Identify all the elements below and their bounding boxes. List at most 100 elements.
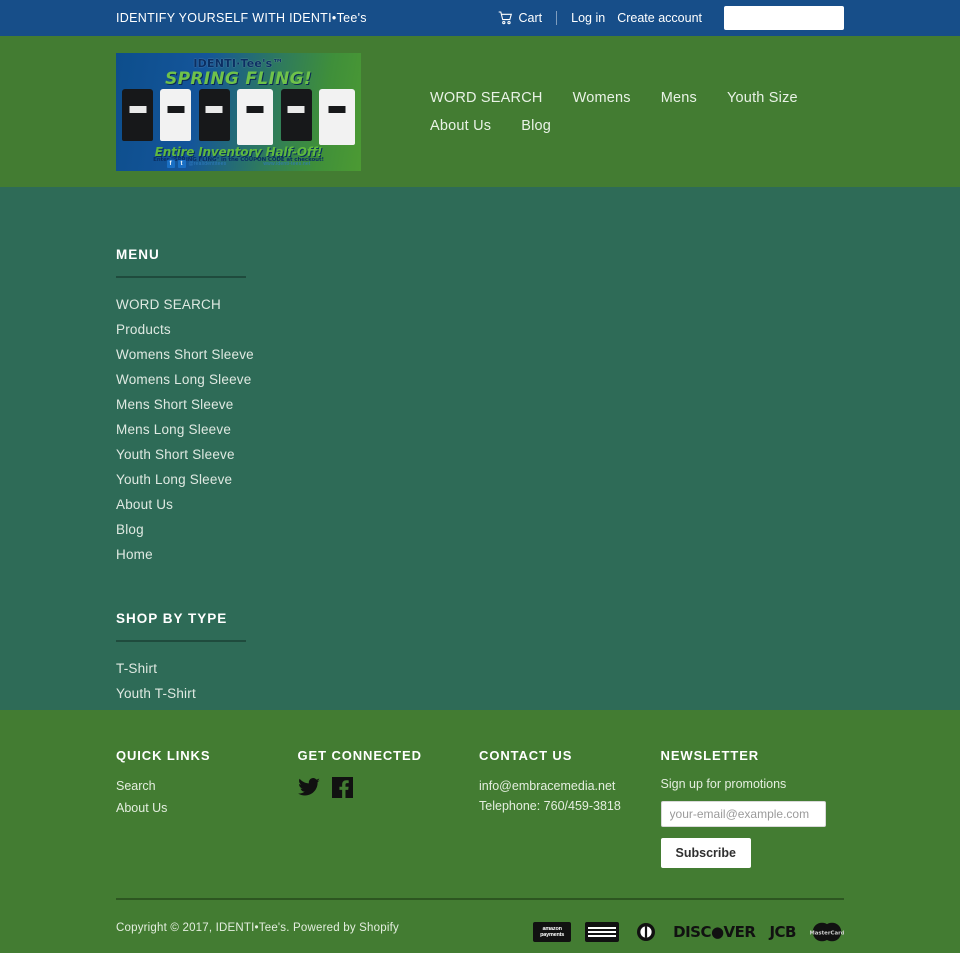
shop-type-youth-t-shirt[interactable]: Youth T-Shirt	[116, 686, 196, 701]
quick-links-list: Search About Us	[116, 777, 298, 817]
footer-link-search[interactable]: Search	[116, 779, 156, 793]
get-connected-heading: GET CONNECTED	[297, 748, 422, 763]
banner-shirts-graphic	[122, 88, 355, 147]
contact-email: info@embracemedia.net	[479, 779, 616, 793]
topbar-divider	[556, 11, 558, 25]
sidebar-item-womens-short-sleeve[interactable]: Womens Short Sleeve	[116, 347, 254, 362]
list-item: Youth T-Shirt	[116, 685, 844, 703]
footer-get-connected: GET CONNECTED	[298, 748, 480, 798]
search-input[interactable]	[724, 6, 844, 30]
nav-item-womens[interactable]: Womens	[558, 84, 646, 112]
facebook-icon[interactable]	[331, 777, 353, 798]
topbar-inner: IDENTIFY YOURSELF WITH IDENTI•Tee's Cart…	[0, 6, 960, 30]
shirt-graphic	[122, 88, 153, 141]
nav-item-youth-size[interactable]: Youth Size	[712, 84, 813, 112]
announcement-text: IDENTIFY YOURSELF WITH IDENTI•Tee's	[116, 11, 367, 25]
contact-us-heading: CONTACT US	[479, 748, 573, 763]
login-link[interactable]: Log in	[571, 11, 605, 25]
shop-by-type-rule	[116, 640, 246, 642]
payment-icons-row: amazon payments DISC●VER JCB MasterCard	[504, 922, 844, 953]
shirt-graphic	[160, 88, 192, 141]
sidebar-item-word-search[interactable]: WORD SEARCH	[116, 297, 221, 312]
sidebar-item-mens-short-sleeve[interactable]: Mens Short Sleeve	[116, 397, 233, 412]
main-content: MENU WORD SEARCH Products Womens Short S…	[0, 187, 960, 703]
menu-list: WORD SEARCH Products Womens Short Sleeve…	[116, 296, 844, 564]
twitter-icon: t	[177, 159, 186, 168]
newsletter-label: Sign up for promotions	[660, 777, 787, 791]
shop-by-type-list: T-Shirt Youth T-Shirt	[116, 660, 844, 703]
facebook-icon: f	[166, 159, 175, 168]
nav-item-mens[interactable]: Mens	[646, 84, 712, 112]
list-item: Search	[116, 777, 298, 795]
shirt-graphic	[237, 88, 274, 145]
banner-social-row: f t @realidentitees www.identi-tees.net	[116, 159, 361, 168]
sidebar-item-about-us[interactable]: About Us	[116, 497, 173, 512]
contact-phone: Telephone: 760/459-3818	[479, 799, 621, 814]
amazon-payments-icon: amazon payments	[533, 922, 572, 942]
cart-label: Cart	[518, 11, 543, 25]
list-item: Blog	[116, 521, 844, 539]
shopping-cart-icon	[498, 11, 513, 25]
svg-text:MasterCard: MasterCard	[810, 931, 844, 937]
cart-link[interactable]: Cart	[498, 11, 543, 25]
list-item: T-Shirt	[116, 660, 844, 678]
list-item: Womens Long Sleeve	[116, 371, 844, 389]
master-icon: MasterCard	[810, 922, 844, 942]
site-footer: QUICK LINKS Search About Us GET CONNECTE…	[0, 710, 960, 953]
top-announcement-bar: IDENTIFY YOURSELF WITH IDENTI•Tee's Cart…	[0, 0, 960, 36]
sidebar-item-youth-short-sleeve[interactable]: Youth Short Sleeve	[116, 447, 235, 462]
list-item: Home	[116, 546, 844, 564]
copyright-text: Copyright © 2017, IDENTI•Tee's. Powered …	[116, 922, 399, 934]
nav-item-about-us[interactable]: About Us	[415, 112, 506, 140]
quick-links-heading: QUICK LINKS	[116, 748, 211, 763]
shirt-graphic	[198, 88, 230, 141]
footer-quick-links: QUICK LINKS Search About Us	[116, 748, 298, 821]
newsletter-heading: NEWSLETTER	[660, 748, 760, 763]
menu-heading-rule	[116, 276, 246, 278]
sidebar-item-youth-long-sleeve[interactable]: Youth Long Sleeve	[116, 472, 232, 487]
footer-newsletter: NEWSLETTER Sign up for promotions Subscr…	[660, 748, 844, 868]
list-item: Youth Long Sleeve	[116, 471, 844, 489]
list-item: About Us	[116, 496, 844, 514]
nav-item-blog[interactable]: Blog	[506, 112, 566, 140]
site-header: IDENTI·Tee's™ SPRING FLING! Entire Inven…	[0, 36, 960, 187]
shirt-graphic	[280, 88, 312, 141]
sidebar-item-blog[interactable]: Blog	[116, 522, 144, 537]
american-express-icon	[585, 922, 620, 942]
list-item: About Us	[116, 799, 298, 817]
account-area: Cart Log in Create account	[498, 6, 844, 30]
shop-by-type-heading: SHOP BY TYPE	[116, 611, 228, 626]
sidebar-item-products[interactable]: Products	[116, 322, 171, 337]
sidebar-item-mens-long-sleeve[interactable]: Mens Long Sleeve	[116, 422, 231, 437]
shirt-graphic	[318, 88, 355, 145]
banner-promo-title: SPRING FLING!	[165, 68, 312, 89]
logo-banner[interactable]: IDENTI·Tee's™ SPRING FLING! Entire Inven…	[116, 52, 361, 171]
footer-contact: CONTACT US info@embracemedia.net Telepho…	[479, 748, 661, 817]
footer-link-about-us[interactable]: About Us	[116, 801, 167, 815]
subscribe-button[interactable]: Subscribe	[660, 838, 751, 868]
sidebar-item-home[interactable]: Home	[116, 547, 153, 562]
discover-icon: DISC●VER	[673, 923, 756, 941]
footer-bottom: Copyright © 2017, IDENTI•Tee's. Powered …	[116, 900, 844, 953]
banner-website: www.identi-tees.net	[263, 160, 311, 167]
list-item: Mens Long Sleeve	[116, 421, 844, 439]
twitter-icon[interactable]	[297, 778, 320, 797]
nav-item-word-search[interactable]: WORD SEARCH	[415, 84, 558, 112]
footer-columns: QUICK LINKS Search About Us GET CONNECTE…	[116, 748, 844, 868]
list-item: Womens Short Sleeve	[116, 346, 844, 364]
list-item: Products	[116, 321, 844, 339]
header-inner: IDENTI·Tee's™ SPRING FLING! Entire Inven…	[0, 52, 960, 171]
diners-club-icon	[633, 922, 659, 942]
shop-type-t-shirt[interactable]: T-Shirt	[116, 661, 157, 676]
jcb-icon: JCB	[769, 923, 796, 941]
sidebar-item-womens-long-sleeve[interactable]: Womens Long Sleeve	[116, 372, 251, 387]
social-icon-row	[297, 777, 480, 798]
newsletter-email-input[interactable]	[660, 801, 826, 827]
list-item: Youth Short Sleeve	[116, 446, 844, 464]
create-account-link[interactable]: Create account	[617, 11, 702, 25]
menu-heading: MENU	[116, 247, 160, 262]
list-item: Mens Short Sleeve	[116, 396, 844, 414]
list-item: WORD SEARCH	[116, 296, 844, 314]
main-navigation: WORD SEARCH Womens Mens Youth Size About…	[415, 84, 844, 140]
